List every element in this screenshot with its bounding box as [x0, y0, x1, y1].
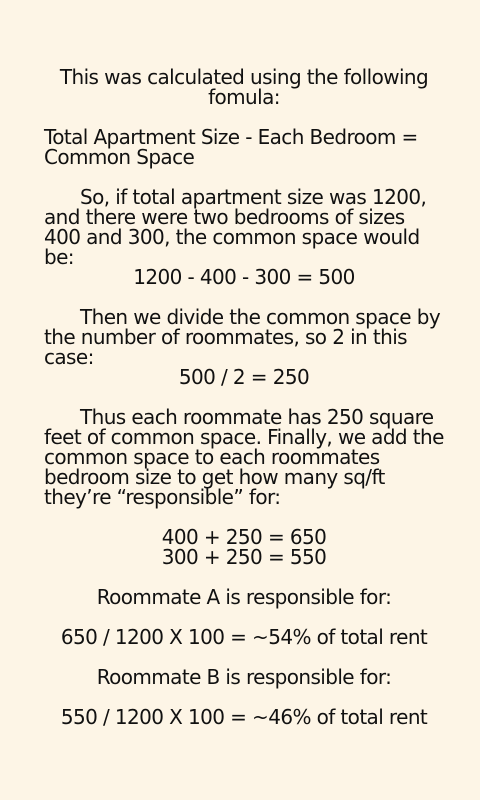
intro-paragraph: This was calculated using the following …: [44, 67, 444, 107]
divide-equation: 500 / 2 = 250: [178, 365, 310, 389]
intro-line-2: fomula:: [208, 85, 280, 109]
explanation-page: This was calculated using the following …: [0, 0, 480, 800]
example-paragraph: So, if total apartment size was 1200, an…: [44, 185, 427, 269]
result-equation-b: 300 + 250 = 550: [161, 545, 327, 569]
roommate-b-equation: 550 / 1200 X 100 = ~46% of total rent: [60, 705, 428, 729]
intro-line-1: This was calculated using the following: [59, 65, 429, 89]
result-paragraph: Thus each roommate has 250 square feet o…: [44, 405, 444, 509]
result-equations: 400 + 250 = 650 300 + 250 = 550: [44, 527, 444, 567]
roommate-a-equation: 650 / 1200 X 100 = ~54% of total rent: [60, 625, 428, 649]
roommate-a-label: Roommate A is responsible for:: [96, 585, 392, 609]
roommate-b-label: Roommate B is responsible for:: [96, 665, 392, 689]
divide-paragraph: Then we divide the common space by the n…: [44, 305, 441, 369]
formula-paragraph: Total Apartment Size - Each Bedroom = Co…: [44, 127, 444, 167]
result-equation-a: 400 + 250 = 650: [161, 525, 327, 549]
formula-line-1: Total Apartment Size - Each Bedroom =: [44, 125, 418, 149]
example-equation: 1200 - 400 - 300 = 500: [133, 265, 355, 289]
formula-line-2: Common Space: [44, 145, 195, 169]
